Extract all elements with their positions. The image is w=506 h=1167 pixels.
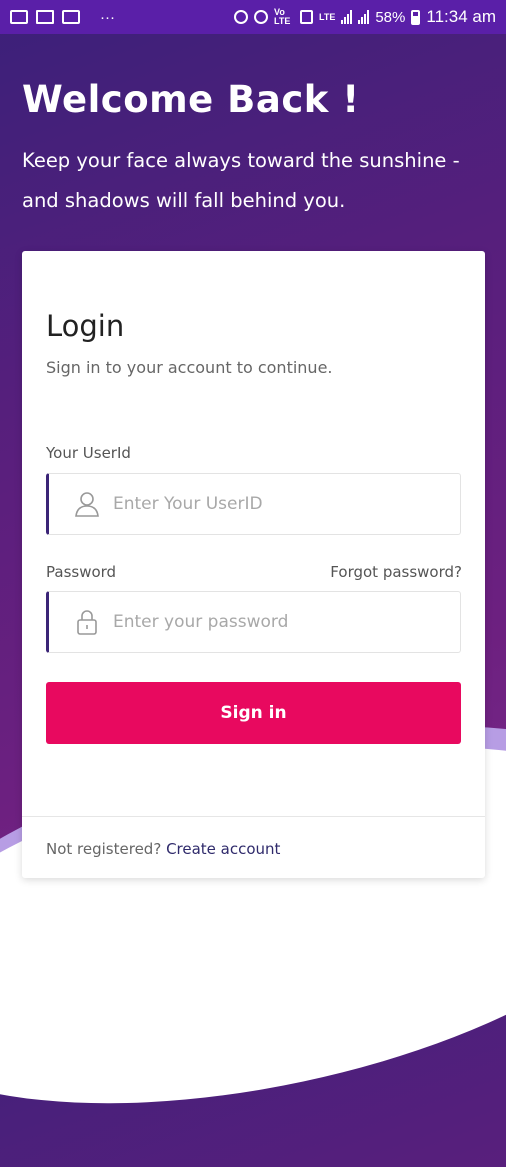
more-notifications-icon: ··· xyxy=(100,8,115,26)
laptop-icon xyxy=(36,10,54,24)
signal-icon xyxy=(341,10,353,24)
welcome-quote: Keep your face always toward the sunshin… xyxy=(22,149,460,212)
gallery-icon xyxy=(10,10,28,24)
clock: 11:34 am xyxy=(426,7,496,26)
welcome-title: Welcome Back ! xyxy=(22,78,360,121)
battery-percent: 58% xyxy=(375,8,406,26)
battery-icon xyxy=(411,9,421,25)
userid-input[interactable] xyxy=(111,493,435,515)
status-bar: ··· Vo LTE LTE 58% 11:34 am xyxy=(0,0,506,34)
mail-icon xyxy=(62,10,80,24)
alarm-icon xyxy=(234,10,248,24)
password-field[interactable] xyxy=(46,591,461,653)
login-card: Login Sign in to your account to continu… xyxy=(22,251,485,878)
nfc-icon xyxy=(300,10,313,24)
volte-label: Vo LTE xyxy=(274,7,291,26)
login-title: Login xyxy=(46,309,125,343)
sign-in-button[interactable]: Sign in xyxy=(46,682,461,744)
register-prompt: Not registered? Create account xyxy=(46,840,280,858)
not-registered-text: Not registered? xyxy=(46,840,162,858)
userid-label: Your UserId xyxy=(46,444,131,462)
password-label: Password xyxy=(46,563,117,581)
user-icon xyxy=(67,484,107,524)
welcome-header: Welcome Back ! Keep your face always tow… xyxy=(22,78,492,221)
create-account-link[interactable]: Create account xyxy=(166,840,280,858)
sync-icon xyxy=(254,10,268,24)
password-input[interactable] xyxy=(111,611,435,633)
card-divider xyxy=(22,816,485,817)
forgot-password-link[interactable]: Forgot password? xyxy=(330,563,462,581)
lock-icon xyxy=(67,602,107,642)
signal-icon-2 xyxy=(358,10,370,24)
userid-field[interactable] xyxy=(46,473,461,535)
login-subtitle: Sign in to your account to continue. xyxy=(46,358,333,377)
lte-label: LTE xyxy=(319,11,336,22)
